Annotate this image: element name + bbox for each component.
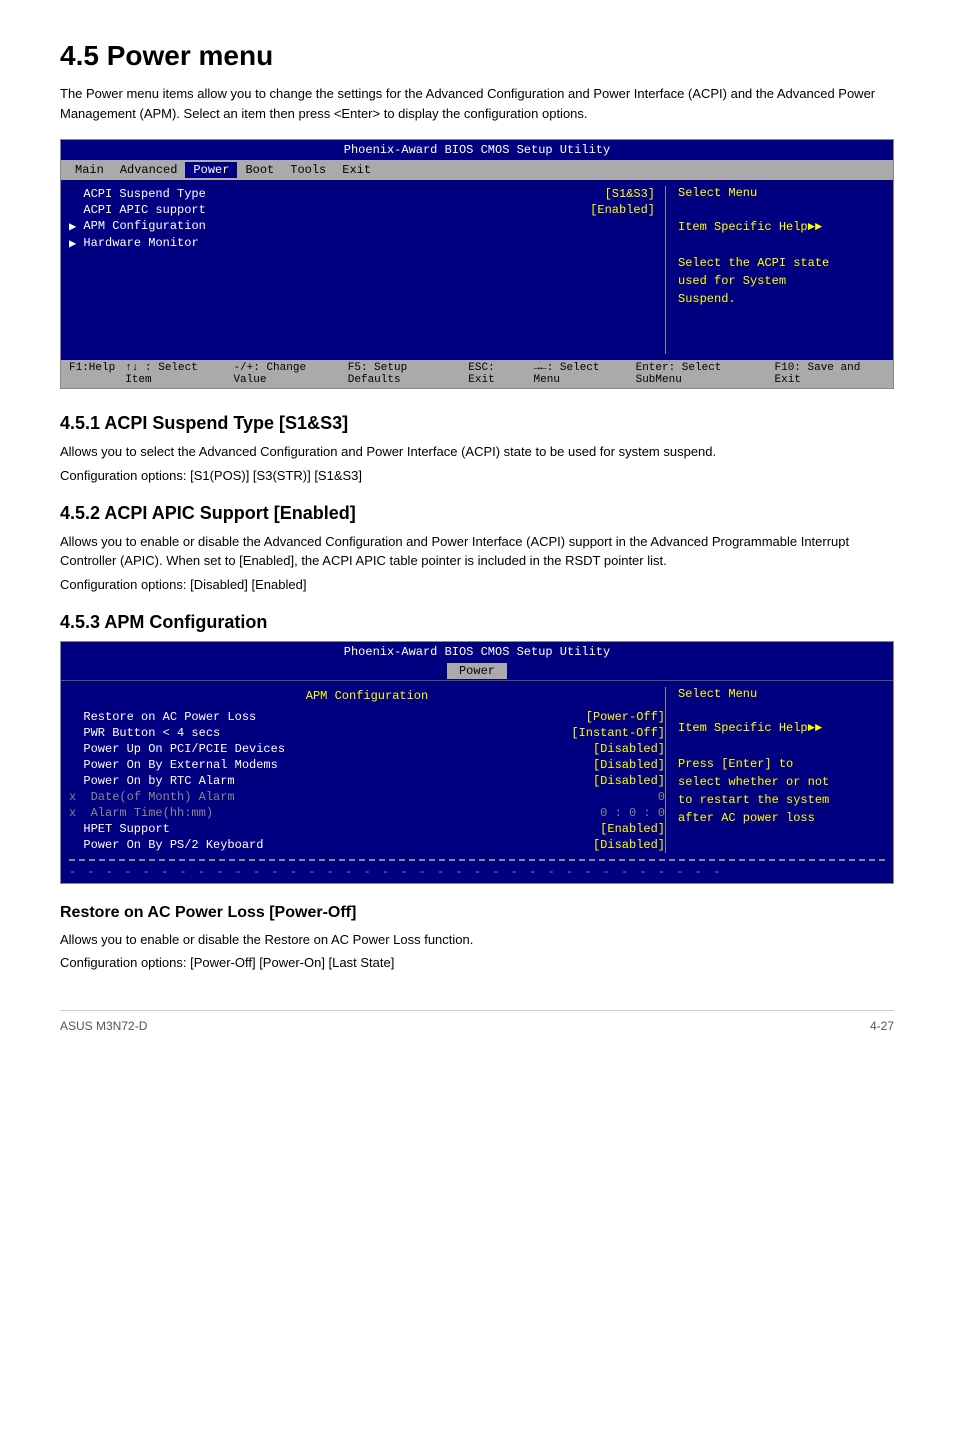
- restore-value: [Power-Off]: [579, 710, 665, 724]
- footer-f10: F10: Save and Exit: [775, 362, 885, 386]
- date-alarm-label: Date(of Month) Alarm: [69, 790, 651, 804]
- bios-row-apm-config[interactable]: APM Configuration: [69, 218, 655, 235]
- help-text-1: Select the ACPI stateused for SystemSusp…: [678, 254, 885, 308]
- rtc-alarm-label: Power On by RTC Alarm: [69, 774, 586, 788]
- section-451-config: Configuration options: [S1(POS)] [S3(STR…: [60, 468, 894, 483]
- bios-left-panel-1: ACPI Suspend Type [S1&S3] ACPI APIC supp…: [69, 186, 665, 354]
- alarm-time-label: Alarm Time(hh:mm): [69, 806, 593, 820]
- bios-left-panel-2: APM Configuration Restore on AC Power Lo…: [69, 687, 665, 853]
- bios2-row-hpet[interactable]: HPET Support [Enabled]: [69, 821, 665, 837]
- bios-screen-2: Phoenix-Award BIOS CMOS Setup Utility Po…: [60, 641, 894, 884]
- help-specific-2: Item Specific Help►►: [678, 721, 885, 735]
- bios2-row-pci-pcie[interactable]: Power Up On PCI/PCIE Devices [Disabled]: [69, 741, 665, 757]
- bios-menu-bar-1: Main Advanced Power Boot Tools Exit: [61, 160, 893, 180]
- footer-change: -/+: Change Value: [233, 362, 337, 386]
- bios2-dashed-line: - - - - - - - - - - - - - - - - - - - - …: [69, 859, 885, 883]
- page-footer: ASUS M3N72-D 4-27: [60, 1010, 894, 1033]
- date-alarm-value: 0: [651, 790, 665, 804]
- restore-section-text: Allows you to enable or disable the Rest…: [60, 930, 894, 950]
- restore-label: Restore on AC Power Loss: [69, 710, 579, 724]
- pwr-btn-label: PWR Button < 4 secs: [69, 726, 564, 740]
- menu-item-power[interactable]: Power: [185, 162, 237, 178]
- bios2-row-rtc-alarm[interactable]: Power On by RTC Alarm [Disabled]: [69, 773, 665, 789]
- section-453-heading: 4.5.3 APM Configuration: [60, 612, 894, 633]
- bios2-row-ps2-kbd[interactable]: Power On By PS/2 Keyboard [Disabled]: [69, 837, 665, 853]
- acpi-apic-value: [Enabled]: [576, 203, 655, 217]
- bios-screen-1: Phoenix-Award BIOS CMOS Setup Utility Ma…: [60, 139, 894, 389]
- footer-f5: F5: Setup Defaults: [348, 362, 458, 386]
- help-specific-1: Item Specific Help►►: [678, 220, 885, 234]
- pci-pcie-value: [Disabled]: [586, 742, 665, 756]
- menu-item-main[interactable]: Main: [67, 162, 112, 178]
- rtc-alarm-value: [Disabled]: [586, 774, 665, 788]
- bios-row-acpi-apic[interactable]: ACPI APIC support [Enabled]: [69, 202, 655, 218]
- bios2-row-date-alarm: Date(of Month) Alarm 0: [69, 789, 665, 805]
- ext-modem-label: Power On By External Modems: [69, 758, 586, 772]
- footer-select-menu: →←: Select Menu: [534, 362, 626, 386]
- bios-row-acpi-suspend[interactable]: ACPI Suspend Type [S1&S3]: [69, 186, 655, 202]
- bios-title-2: Phoenix-Award BIOS CMOS Setup Utility: [61, 642, 893, 662]
- apm-config-label: APM Configuration: [76, 219, 655, 234]
- bios2-row-alarm-time: Alarm Time(hh:mm) 0 : 0 : 0: [69, 805, 665, 821]
- bios-right-panel-1: Select Menu Item Specific Help►► Select …: [665, 186, 885, 354]
- hw-monitor-label: Hardware Monitor: [76, 236, 655, 251]
- footer-esc: ESC: Exit: [468, 362, 523, 386]
- menu-item-boot[interactable]: Boot: [237, 162, 282, 178]
- section-452-heading: 4.5.2 ACPI APIC Support [Enabled]: [60, 503, 894, 524]
- restore-section-config: Configuration options: [Power-Off] [Powe…: [60, 955, 894, 970]
- section-451-heading: 4.5.1 ACPI Suspend Type [S1&S3]: [60, 413, 894, 434]
- dashes: - - - - - - - - - - - - - - - - - - - - …: [69, 865, 722, 879]
- footer-product: ASUS M3N72-D: [60, 1019, 147, 1033]
- footer-page: 4-27: [870, 1019, 894, 1033]
- bios-right-panel-2: Select Menu Item Specific Help►► Press […: [665, 687, 885, 853]
- bios2-row-pwr-btn[interactable]: PWR Button < 4 secs [Instant-Off]: [69, 725, 665, 741]
- acpi-suspend-value: [S1&S3]: [590, 187, 655, 201]
- hpet-label: HPET Support: [69, 822, 593, 836]
- apm-config-title: APM Configuration: [69, 687, 665, 705]
- menu-item-advanced[interactable]: Advanced: [112, 162, 186, 178]
- help-text-2: Press [Enter] toselect whether or notto …: [678, 755, 885, 827]
- bios-footer-1: F1:Help ↑↓ : Select Item -/+: Change Val…: [61, 360, 893, 388]
- help-title-2: Select Menu: [678, 687, 885, 701]
- ps2-kbd-value: [Disabled]: [586, 838, 665, 852]
- pwr-btn-value: [Instant-Off]: [564, 726, 665, 740]
- footer-enter: Enter: Select SubMenu: [636, 362, 765, 386]
- ps2-kbd-label: Power On By PS/2 Keyboard: [69, 838, 586, 852]
- intro-text: The Power menu items allow you to change…: [60, 84, 894, 123]
- bios-title-1: Phoenix-Award BIOS CMOS Setup Utility: [61, 140, 893, 160]
- section-452-config: Configuration options: [Disabled] [Enabl…: [60, 577, 894, 592]
- alarm-time-value: 0 : 0 : 0: [593, 806, 665, 820]
- footer-arrows: ↑↓ : Select Item: [125, 362, 223, 386]
- acpi-apic-label: ACPI APIC support: [69, 203, 576, 217]
- bios-content-2: APM Configuration Restore on AC Power Lo…: [61, 681, 893, 859]
- bios2-row-ext-modem[interactable]: Power On By External Modems [Disabled]: [69, 757, 665, 773]
- ext-modem-value: [Disabled]: [586, 758, 665, 772]
- section-452-text: Allows you to enable or disable the Adva…: [60, 532, 894, 571]
- bios2-submenu-bar[interactable]: Power: [447, 663, 507, 679]
- menu-item-tools[interactable]: Tools: [282, 162, 334, 178]
- menu-item-exit[interactable]: Exit: [334, 162, 379, 178]
- pci-pcie-label: Power Up On PCI/PCIE Devices: [69, 742, 586, 756]
- bios-content-1: ACPI Suspend Type [S1&S3] ACPI APIC supp…: [61, 180, 893, 360]
- bios2-row-restore[interactable]: Restore on AC Power Loss [Power-Off]: [69, 709, 665, 725]
- restore-section-heading: Restore on AC Power Loss [Power-Off]: [60, 904, 894, 922]
- acpi-suspend-label: ACPI Suspend Type: [69, 187, 590, 201]
- section-451-text: Allows you to select the Advanced Config…: [60, 442, 894, 462]
- page-title: 4.5 Power menu: [60, 40, 894, 72]
- bios-row-hw-monitor[interactable]: Hardware Monitor: [69, 235, 655, 252]
- hpet-value: [Enabled]: [593, 822, 665, 836]
- footer-f1: F1:Help: [69, 362, 115, 386]
- help-title-1: Select Menu: [678, 186, 885, 200]
